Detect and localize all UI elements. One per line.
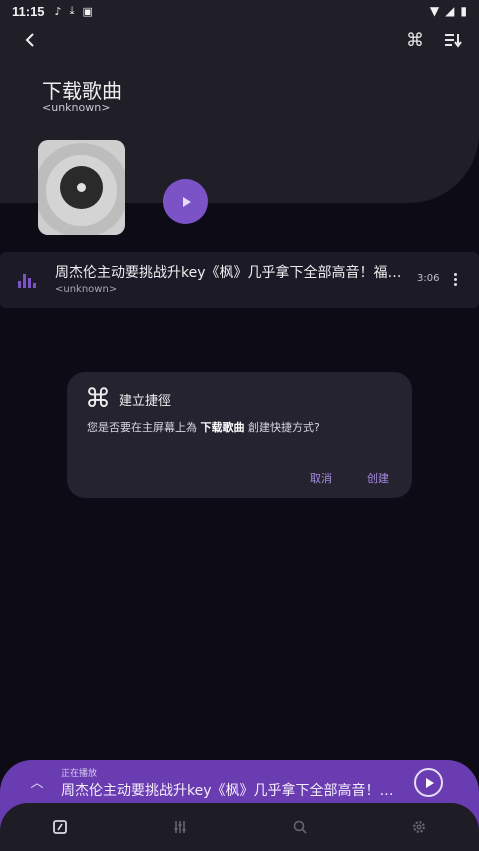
song-title: 周杰伦主动要挑战升key《枫》几乎拿下全部高音！福州... <box>55 265 407 281</box>
status-time: 11:15 <box>12 3 45 19</box>
wifi-icon: ▼ <box>429 4 440 18</box>
equalizer-icon <box>174 821 186 833</box>
create-shortcut-dialog: ⌘ 建立捷徑 您是否要在主屏幕上為 下载歌曲 創建快捷方式? 取消 创建 <box>67 372 412 498</box>
command-icon: ⌘ <box>406 29 424 51</box>
search-icon <box>293 820 307 834</box>
sort-icon <box>445 34 462 48</box>
now-playing-icon <box>18 272 36 288</box>
battery-icon: ▮ <box>460 4 467 18</box>
list-item[interactable]: 周杰伦主动要挑战升key《枫》几乎拿下全部高音！福州... <unknown> … <box>0 252 479 308</box>
command-icon: ⌘ <box>85 384 111 414</box>
library-icon <box>53 820 67 834</box>
dialog-message-suffix: 創建快捷方式? <box>244 421 320 434</box>
now-playing-title: 周杰伦主动要挑战升key《枫》几乎拿下全部高音！福州... <box>61 783 401 799</box>
nav-library[interactable] <box>49 817 71 837</box>
playlist-subtitle: <unknown> <box>42 101 111 114</box>
music-note-icon: ♪ <box>54 4 62 18</box>
song-duration: 3:06 <box>417 273 440 284</box>
mini-play-button[interactable] <box>414 768 443 797</box>
create-button[interactable]: 创建 <box>367 470 389 486</box>
now-playing-label: 正在播放 <box>61 769 98 779</box>
play-all-button[interactable] <box>163 179 208 224</box>
back-arrow-icon <box>25 33 34 47</box>
bottom-nav <box>0 803 479 851</box>
signal-icon: ◢ <box>445 4 455 18</box>
more-options-button[interactable] <box>448 269 462 289</box>
status-bar: 11:15 ♪ ⤓ ▣ ▼ ◢ ▮ <box>0 0 479 22</box>
dialog-title: 建立捷徑 <box>119 394 172 409</box>
dialog-message: 您是否要在主屏幕上為 下载歌曲 創建快捷方式? <box>87 419 320 435</box>
nav-settings[interactable] <box>408 817 430 837</box>
settings-icon <box>413 821 425 833</box>
playlist-title: 下载歌曲 <box>42 79 122 103</box>
download-icon: ⤓ <box>69 4 75 17</box>
play-icon <box>182 196 191 207</box>
create-shortcut-button[interactable]: ⌘ <box>402 28 428 52</box>
song-artist: <unknown> <box>55 284 118 295</box>
status-right: ▼ ◢ ▮ <box>430 4 467 18</box>
dialog-message-prefix: 您是否要在主屏幕上為 <box>87 421 201 434</box>
more-vert-icon <box>453 272 457 276</box>
back-button[interactable] <box>18 28 42 52</box>
cancel-button[interactable]: 取消 <box>310 470 332 486</box>
play-icon <box>425 777 434 788</box>
notification-icon: ▣ <box>82 4 93 18</box>
nav-search[interactable] <box>289 817 311 837</box>
album-art <box>38 140 125 235</box>
chevron-up-icon[interactable]: ︿ <box>28 772 46 791</box>
nav-equalizer[interactable] <box>169 817 191 837</box>
sort-button[interactable] <box>440 28 466 52</box>
dialog-message-name: 下载歌曲 <box>200 421 245 434</box>
